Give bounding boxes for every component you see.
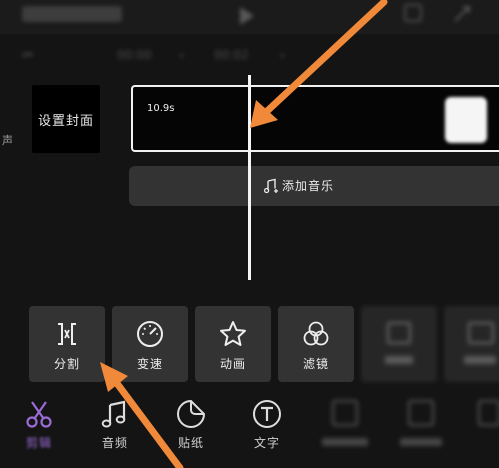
audio-toggle-label[interactable]: 声 bbox=[2, 132, 13, 148]
resolution-selector[interactable] bbox=[22, 6, 122, 22]
top-toolbar bbox=[0, 0, 499, 34]
split-icon bbox=[58, 323, 76, 345]
ruler-time-end: 00:02 bbox=[214, 48, 249, 62]
ruler-dot bbox=[281, 54, 284, 57]
set-cover-label: 设置封面 bbox=[37, 113, 94, 129]
nav-sticker[interactable]: 贴纸 bbox=[156, 396, 226, 466]
set-cover-button[interactable]: 设置封面 bbox=[32, 85, 100, 153]
music-note-icon bbox=[101, 400, 126, 428]
speedometer-icon bbox=[137, 321, 163, 347]
split-button[interactable]: 分割 bbox=[29, 306, 105, 382]
export-icon[interactable] bbox=[404, 4, 422, 22]
speed-label: 变速 bbox=[136, 357, 163, 371]
nav-audio-label: 音频 bbox=[101, 436, 128, 450]
fullscreen-icon[interactable] bbox=[452, 4, 472, 24]
music-add-icon bbox=[263, 178, 278, 193]
video-clip[interactable]: 10.9s bbox=[131, 85, 499, 152]
nav-edit-label: 剪辑 bbox=[25, 436, 52, 450]
nav-item-blurred[interactable] bbox=[310, 396, 380, 466]
nav-edit[interactable]: 剪辑 bbox=[4, 396, 74, 466]
split-label: 分割 bbox=[53, 357, 80, 371]
tool-tile-blurred[interactable] bbox=[361, 306, 437, 382]
sticker-icon bbox=[177, 399, 206, 428]
add-music-track[interactable]: 添加音乐 bbox=[129, 166, 499, 206]
ruler-dot bbox=[180, 54, 183, 57]
play-icon[interactable] bbox=[232, 4, 260, 28]
animation-label: 动画 bbox=[219, 357, 246, 371]
filter-label: 滤镜 bbox=[302, 357, 329, 371]
clip-duration: 10.9s bbox=[147, 103, 175, 114]
nav-audio[interactable]: 音频 bbox=[80, 396, 150, 466]
filter-button[interactable]: 滤镜 bbox=[278, 306, 354, 382]
ruler-time-start: 00:00 bbox=[117, 48, 152, 62]
text-icon bbox=[253, 400, 281, 428]
playhead[interactable] bbox=[248, 75, 251, 280]
animation-button[interactable]: 动画 bbox=[195, 306, 271, 382]
time-ruler: ⏮ 00:00 00:02 bbox=[0, 42, 499, 68]
undo-icon[interactable]: ⏮ bbox=[22, 48, 33, 63]
nav-item-blurred[interactable] bbox=[386, 396, 456, 466]
star-icon bbox=[220, 321, 246, 346]
filter-icon bbox=[303, 321, 329, 346]
nav-text[interactable]: 文字 bbox=[232, 396, 302, 466]
tool-tile-blurred[interactable] bbox=[444, 306, 499, 382]
nav-item-blurred[interactable] bbox=[456, 396, 499, 466]
speed-button[interactable]: 变速 bbox=[112, 306, 188, 382]
add-music-label: 添加音乐 bbox=[282, 179, 335, 193]
scissors-icon bbox=[26, 401, 52, 428]
clip-thumbnail bbox=[445, 97, 487, 143]
nav-text-label: 文字 bbox=[253, 436, 280, 450]
nav-sticker-label: 贴纸 bbox=[177, 436, 204, 450]
